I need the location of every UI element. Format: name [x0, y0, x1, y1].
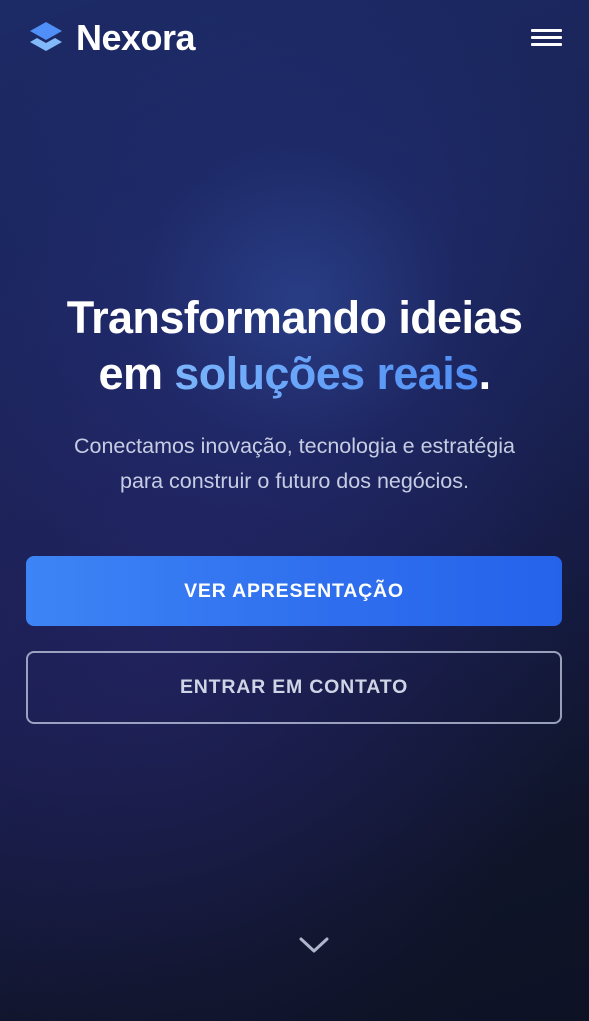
brand-link[interactable]: Nexora [28, 16, 196, 60]
hero-title-suffix: . [478, 348, 492, 399]
layered-diamond-icon [30, 22, 62, 51]
view-presentation-label: VER APRESENTAÇÃO [184, 579, 404, 602]
hamburger-menu-icon[interactable] [524, 22, 564, 52]
hero-title: Transformando ideias em soluções reais. [0, 290, 589, 402]
hero-title-prefix: em [98, 348, 175, 399]
chevron-down-icon[interactable] [298, 934, 330, 956]
hero-subtitle: Conectamos inovação, tecnologia e estrat… [35, 429, 555, 499]
hero-subtitle-line2: para construir o futuro dos negócios. [120, 469, 469, 493]
view-presentation-button[interactable]: VER APRESENTAÇÃO [26, 556, 562, 626]
top-navigation-bar: Nexora [0, 0, 589, 76]
hero-title-line1: Transformando ideias [66, 292, 523, 343]
contact-label: ENTRAR EM CONTATO [179, 676, 409, 698]
brand-name: Nexora [76, 17, 196, 58]
hero-title-accent: soluções reais [174, 348, 479, 399]
hero-section: Transformando ideias em soluções reais. … [0, 290, 589, 499]
contact-button[interactable]: ENTRAR EM CONTATO [26, 651, 562, 724]
hero-subtitle-line1: Conectamos inovação, tecnologia e estrat… [73, 434, 516, 458]
